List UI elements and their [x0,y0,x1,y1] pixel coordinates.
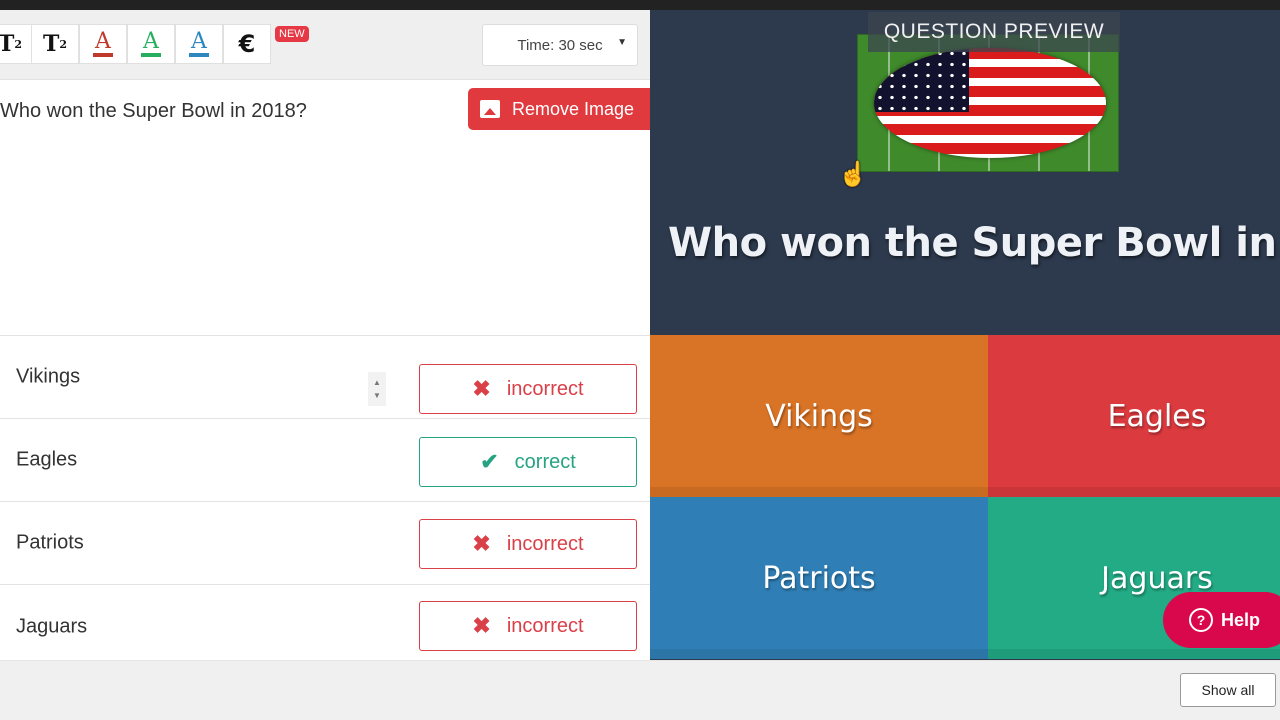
subscript-icon: T [42,31,60,57]
answer-tile[interactable]: Vikings [650,335,988,497]
status-label: incorrect [506,532,584,555]
mark-incorrect-button[interactable]: ✖ incorrect [419,519,637,569]
text-color-blue-button[interactable]: A [175,24,223,64]
question-input[interactable]: Who won the Super Bowl in 2018? [0,100,307,123]
arrow-down-icon[interactable]: ▼ [373,389,381,402]
superscript-button[interactable]: T2 [0,24,34,64]
font-color-green-icon: A [141,31,161,57]
question-preview-panel: QUESTION PREVIEW Who won the Super Bowl … [650,10,1280,660]
answer-input[interactable]: Vikings [16,366,80,389]
answer-row: Patriots ✖ incorrect [0,502,650,585]
show-all-button[interactable]: Show all [1180,673,1276,707]
euro-symbol-button[interactable]: € [223,24,271,64]
answer-input[interactable]: Patriots [16,532,84,555]
american-flag-football-image [874,48,1106,158]
status-label: incorrect [506,614,584,637]
font-color-red-icon: A [93,31,113,57]
answer-row: Jaguars ✖ incorrect [0,585,650,668]
font-color-blue-icon: A [189,31,209,57]
question-preview-label: QUESTION PREVIEW [868,12,1120,52]
new-badge: NEW [275,26,309,42]
preview-question-title: Who won the Super Bowl in 2018? [668,220,1280,266]
mark-correct-button[interactable]: ✔ correct [419,437,637,487]
mark-incorrect-button[interactable]: ✖ incorrect [419,601,637,651]
footer-bar: Show all [0,660,1280,720]
question-circle-icon: ? [1189,608,1213,632]
euro-icon: € [238,30,256,58]
chevron-down-icon: ▼ [617,37,627,48]
answer-tile[interactable]: Eagles [988,335,1280,497]
image-icon [480,100,500,118]
question-image [857,34,1119,172]
mark-incorrect-button[interactable]: ✖ incorrect [419,364,637,414]
answer-reorder-stepper[interactable]: ▲ ▼ [368,372,386,406]
text-color-red-button[interactable]: A [79,24,127,64]
status-label: correct [514,450,576,473]
subscript-button[interactable]: T2 [31,24,79,64]
x-icon: ✖ [472,531,491,556]
answers-list: Vikings ▲ ▼ ✖ incorrect Eagles ✔ correct… [0,335,650,668]
answer-row: Eagles ✔ correct [0,419,650,502]
arrow-up-icon[interactable]: ▲ [373,376,381,389]
window-top-bar [0,0,1280,10]
answer-tile[interactable]: Patriots [650,497,988,659]
answer-input[interactable]: Eagles [16,449,77,472]
superscript-icon: T [0,31,15,57]
formatting-toolbar: T2 T2 A A A € NEW Time: 30 sec ▼ [0,10,650,80]
answer-input[interactable]: Jaguars [16,615,87,638]
time-limit-select[interactable]: Time: 30 sec ▼ [482,24,638,66]
question-editor: T2 T2 A A A € NEW Time: 30 sec ▼ Who won… [0,10,658,660]
flag-stars [874,48,969,112]
x-icon: ✖ [472,613,491,638]
time-limit-value: Time: 30 sec [517,36,603,54]
status-label: incorrect [506,377,584,400]
remove-image-button[interactable]: Remove Image [468,88,658,130]
checkmark-icon: ✔ [480,449,499,474]
hand-pointer-cursor-icon: ☝ [838,161,868,188]
help-label: Help [1221,609,1261,630]
superscript-mark: 2 [14,37,23,51]
remove-image-label: Remove Image [512,98,635,119]
text-color-green-button[interactable]: A [127,24,175,64]
answer-row: Vikings ▲ ▼ ✖ incorrect [0,336,650,419]
help-button[interactable]: ? Help [1163,592,1280,648]
x-icon: ✖ [472,376,491,401]
subscript-mark: 2 [59,37,68,51]
